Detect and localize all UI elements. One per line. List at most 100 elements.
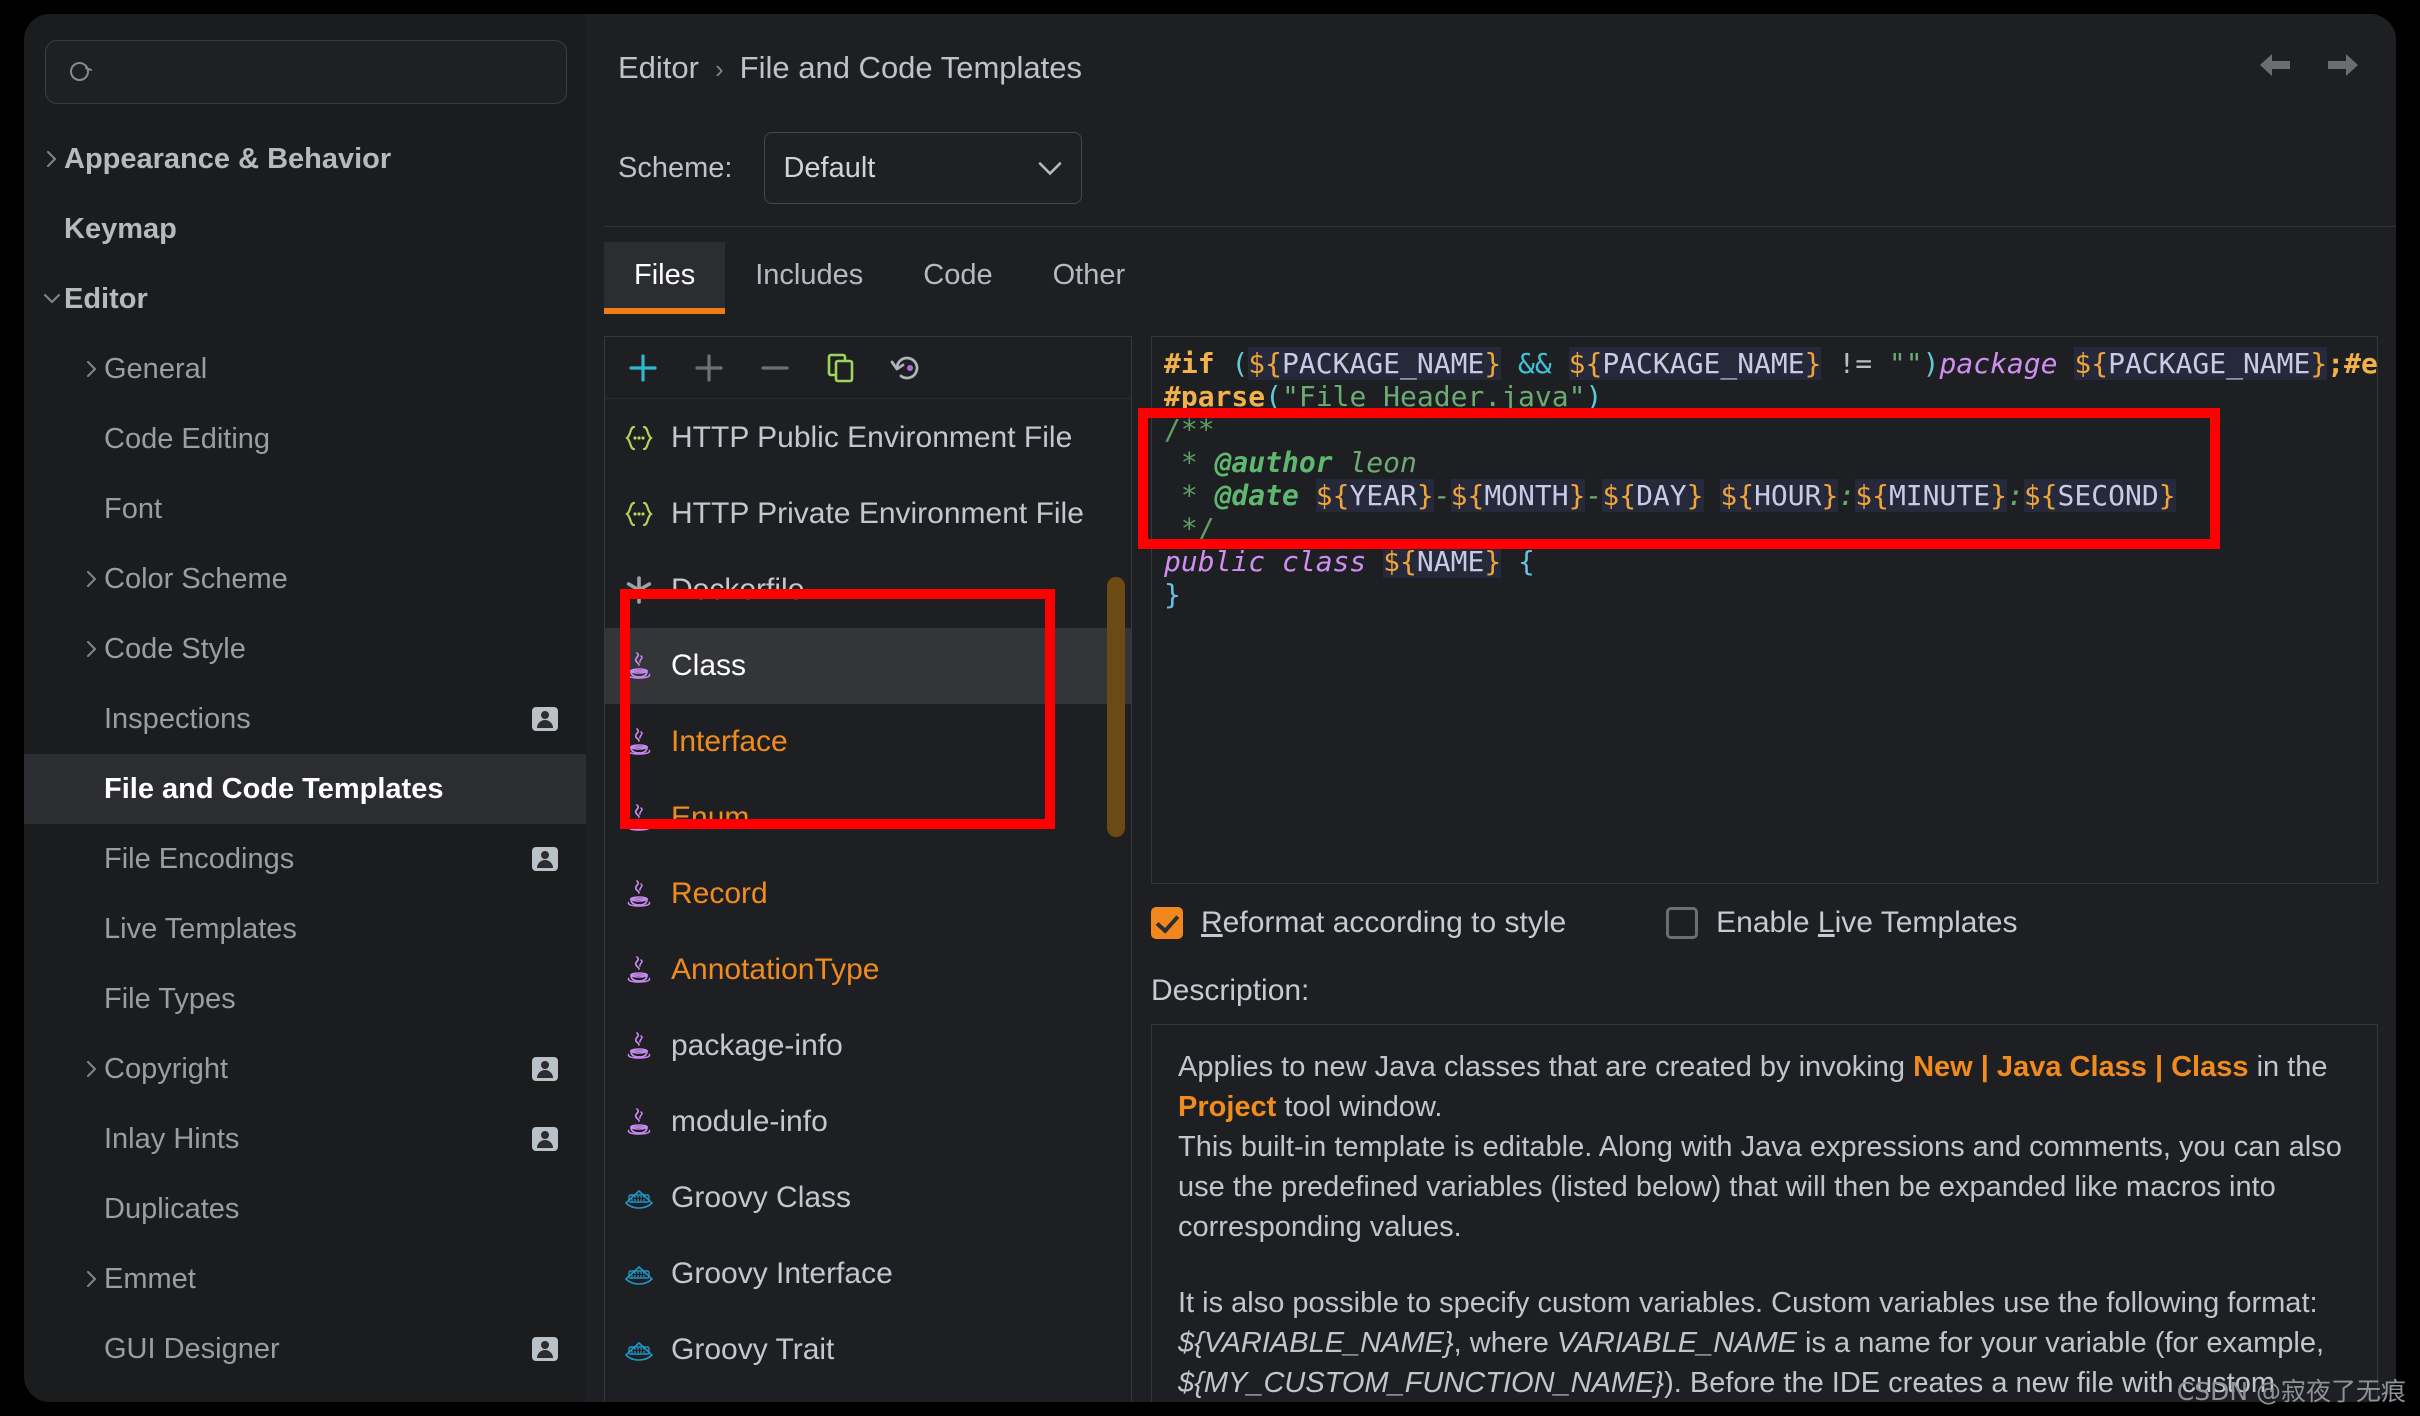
nav-arrows xyxy=(2256,50,2362,80)
template-list-item-label: Groovy Interface xyxy=(671,1257,893,1290)
breadcrumb-parent[interactable]: Editor xyxy=(618,50,699,86)
back-arrow-icon[interactable] xyxy=(2256,50,2294,80)
template-list-scrollbar[interactable] xyxy=(1107,577,1125,837)
sidebar-item-label: File Encodings xyxy=(104,842,295,875)
settings-search[interactable] xyxy=(45,40,567,104)
settings-nav-list[interactable]: Appearance & Behavior Keymap Editor General… xyxy=(24,124,586,1402)
desc-p1-b: New | Java Class | Class xyxy=(1913,1051,2249,1083)
template-list[interactable]: HTTP Public Environment File HTTP Private… xyxy=(605,400,1131,1402)
template-list-item[interactable]: Record xyxy=(605,856,1131,932)
java-icon xyxy=(621,648,657,684)
scheme-select[interactable]: Default xyxy=(764,132,1083,204)
template-list-item[interactable]: Groovy Trait xyxy=(605,1312,1131,1388)
template-list-item-label: HTTP Private Environment File xyxy=(671,497,1084,530)
copy-icon xyxy=(823,350,859,386)
chevron-right-icon[interactable] xyxy=(82,1059,102,1079)
chevron-right-icon[interactable] xyxy=(42,149,62,169)
tab-label: Code xyxy=(923,258,993,291)
breadcrumb-current: File and Code Templates xyxy=(739,50,1083,85)
template-list-item[interactable]: package-info xyxy=(605,1008,1131,1084)
sidebar-item-file-types[interactable]: File Types xyxy=(24,964,586,1034)
sidebar-item-label: Appearance & Behavior xyxy=(64,142,392,175)
tab-code[interactable]: Code xyxy=(893,242,1022,308)
sidebar-item-keymap[interactable]: Keymap xyxy=(24,194,586,264)
reformat-checkbox-item[interactable]: Reformat according to style xyxy=(1151,906,1566,940)
live-templates-checkbox[interactable] xyxy=(1666,907,1699,939)
sidebar-item-emmet[interactable]: Emmet xyxy=(24,1244,586,1314)
template-list-item[interactable]: Class xyxy=(605,628,1131,704)
chevron-right-icon[interactable] xyxy=(82,1269,102,1289)
template-list-item[interactable]: Groovy Class xyxy=(605,1160,1131,1236)
template-list-item[interactable]: Interface xyxy=(605,704,1131,780)
tab-label: Includes xyxy=(755,258,864,291)
sidebar-item-code-style[interactable]: Code Style xyxy=(24,614,586,684)
sidebar-item-copyright[interactable]: Copyright xyxy=(24,1034,586,1104)
template-list-item[interactable]: module-info xyxy=(605,1084,1131,1160)
sidebar-item-duplicates[interactable]: Duplicates xyxy=(24,1174,586,1244)
template-list-item[interactable]: Groovy Enum xyxy=(605,1388,1131,1402)
sidebar-item-label: File Types xyxy=(104,982,236,1015)
project-scope-badge-icon xyxy=(532,1057,558,1081)
description-paragraph-1: Applies to new Java classes that are cre… xyxy=(1178,1047,2351,1127)
live-templates-label-prefix: Enable xyxy=(1716,906,1818,939)
sidebar-item-file-encodings[interactable]: File Encodings xyxy=(24,824,586,894)
template-list-item[interactable]: HTTP Public Environment File xyxy=(605,400,1131,476)
forward-arrow-icon[interactable] xyxy=(2324,50,2362,80)
sidebar-item-general[interactable]: General xyxy=(24,334,586,404)
template-tabs[interactable]: Files Includes Code Other xyxy=(604,242,1156,314)
chevron-down-icon[interactable] xyxy=(42,289,62,309)
desc-p3-b: ${VARIABLE_NAME} xyxy=(1178,1327,1454,1359)
chevron-right-icon[interactable] xyxy=(82,569,102,589)
template-list-item[interactable]: AnnotationType xyxy=(605,932,1131,1008)
search-box[interactable] xyxy=(45,40,567,104)
tab-files[interactable]: Files xyxy=(604,242,726,314)
braces-icon xyxy=(621,496,657,532)
add-child-template-button[interactable] xyxy=(689,348,729,388)
sidebar-item-appearance-behavior[interactable]: Appearance & Behavior xyxy=(24,124,586,194)
sidebar-item-label: Code Editing xyxy=(104,422,271,455)
revert-icon xyxy=(889,350,925,386)
groovy-icon xyxy=(621,1256,657,1292)
sidebar-item-label: Keymap xyxy=(64,212,177,245)
remove-template-button[interactable] xyxy=(755,348,795,388)
sidebar-item-label: Color Scheme xyxy=(104,562,288,595)
sidebar-item-inlay-hints[interactable]: Inlay Hints xyxy=(24,1104,586,1174)
desc-p3-c: , where xyxy=(1453,1327,1557,1359)
java-icon xyxy=(621,1104,657,1140)
template-list-item[interactable]: HTTP Private Environment File xyxy=(605,476,1131,552)
settings-content: Editor › File and Code Templates Scheme:… xyxy=(586,14,2396,1402)
sidebar-item-live-templates[interactable]: Live Templates xyxy=(24,894,586,964)
tab-label: Other xyxy=(1052,258,1126,291)
code-content: #if (${PACKAGE_NAME} && ${PACKAGE_NAME} … xyxy=(1164,347,2378,611)
sidebar-item-font[interactable]: Font xyxy=(24,474,586,544)
project-scope-badge-icon xyxy=(532,1337,558,1361)
plus-icon xyxy=(625,350,661,386)
reformat-checkbox[interactable] xyxy=(1151,907,1183,939)
chevron-right-icon[interactable] xyxy=(82,359,102,379)
scheme-selected-value: Default xyxy=(783,151,876,184)
java-icon xyxy=(621,876,657,912)
sidebar-item-code-editing[interactable]: Code Editing xyxy=(24,404,586,474)
sidebar-item-gui-designer[interactable]: GUI Designer xyxy=(24,1314,586,1384)
copy-template-button[interactable] xyxy=(821,348,861,388)
template-code-editor[interactable]: #if (${PACKAGE_NAME} && ${PACKAGE_NAME} … xyxy=(1151,336,2378,884)
sidebar-item-color-scheme[interactable]: Color Scheme xyxy=(24,544,586,614)
sidebar-item-inspections[interactable]: Inspections xyxy=(24,684,586,754)
template-list-panel: HTTP Public Environment File HTTP Private… xyxy=(604,336,1132,1402)
tab-other[interactable]: Other xyxy=(1023,242,1156,308)
sidebar-item-editor[interactable]: Editor xyxy=(24,264,586,334)
template-list-item[interactable]: Dockerfile xyxy=(605,552,1131,628)
desc-p1-a: Applies to new Java classes that are cre… xyxy=(1178,1051,1914,1083)
search-input[interactable] xyxy=(94,56,514,88)
tab-includes[interactable]: Includes xyxy=(725,242,893,308)
template-list-item[interactable]: Groovy Interface xyxy=(605,1236,1131,1312)
sidebar-item-file-and-code-templates[interactable]: File and Code Templates xyxy=(24,754,586,824)
reset-template-button[interactable] xyxy=(887,348,927,388)
chevron-right-icon[interactable] xyxy=(82,639,102,659)
live-templates-checkbox-item[interactable]: Enable Live Templates xyxy=(1666,906,2017,940)
add-template-button[interactable] xyxy=(623,348,663,388)
groovy-icon xyxy=(621,1332,657,1368)
sidebar-item-label: Inlay Hints xyxy=(104,1122,240,1155)
template-list-item[interactable]: Enum xyxy=(605,780,1131,856)
